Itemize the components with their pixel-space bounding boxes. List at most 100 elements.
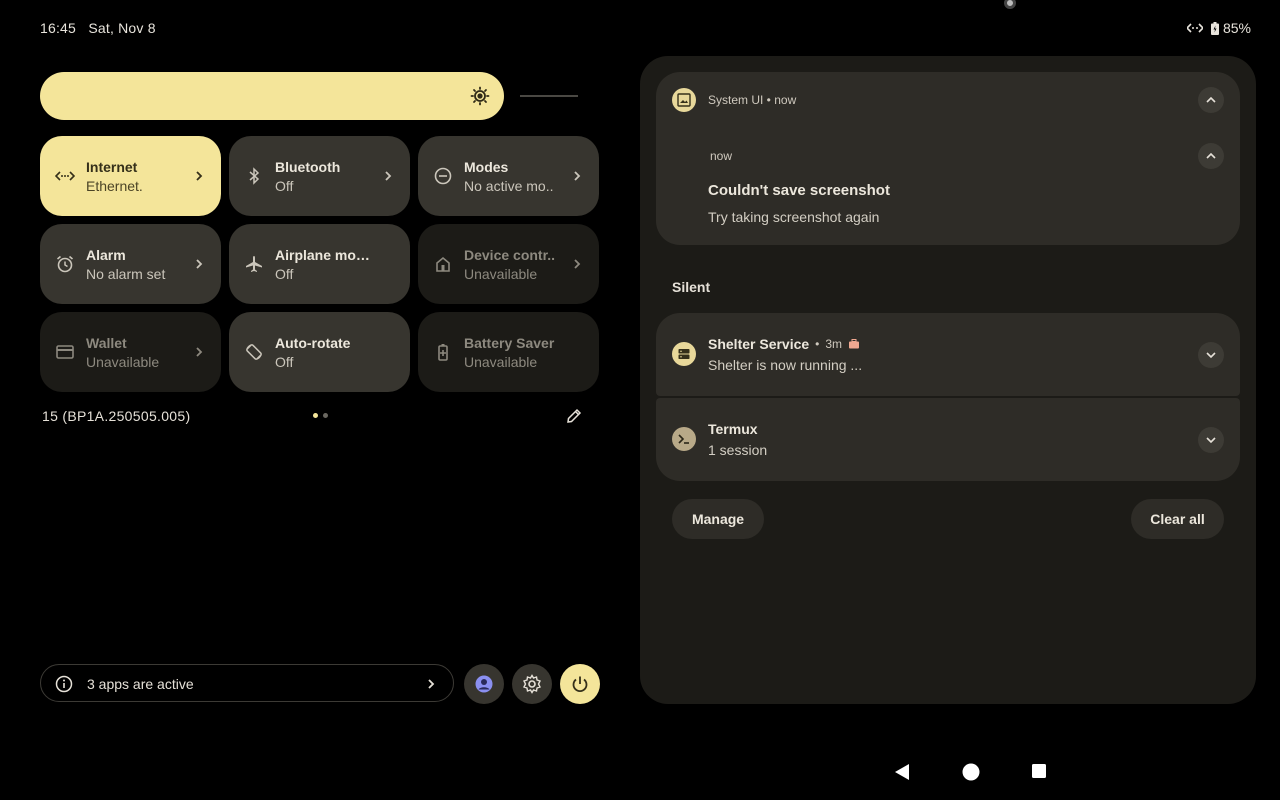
status-date: Sat, Nov 8 [88,20,156,36]
tile-subtitle: Unavailable [464,266,538,282]
battery-icon [1210,21,1219,35]
tile-title: Battery Saver [464,335,555,351]
page-indicator [313,413,328,418]
active-apps-button[interactable]: 3 apps are active [40,664,454,702]
brightness-track [520,95,578,97]
tile-title: Bluetooth [275,159,341,175]
battery-percent: 85% [1222,20,1251,36]
system-ui-app-icon [672,88,696,112]
chevron-right-icon [196,347,203,357]
brightness-slider[interactable] [40,72,580,120]
rotate-icon [246,344,262,360]
tile-wallet[interactable]: Wallet Unavailable [40,312,221,392]
gear-icon [523,674,541,694]
ethernet-status-icon [1186,23,1203,33]
image-icon [677,93,691,107]
chevron-right-icon [574,259,581,269]
brightness-fill [40,72,504,120]
chevron-right-icon [428,679,435,689]
tile-subtitle: Off [275,354,294,370]
tile-airplane-mode[interactable]: Airplane mode Off [229,224,410,304]
notification-termux[interactable]: Termux 1 session [656,398,1240,481]
notification-app-name: Termux [708,421,758,437]
edit-pencil-icon[interactable] [565,407,583,425]
notification-text: 1 session [708,442,768,458]
chevron-down-icon [1206,352,1216,359]
notification-system-ui[interactable]: System UI • now now Couldn't save screen… [656,72,1240,245]
tile-device-controls[interactable]: Device contr.. Unavailable [418,224,599,304]
clear-all-button[interactable]: Clear all [1131,499,1224,539]
chevron-down-icon [1206,437,1216,444]
bluetooth-icon [249,167,260,185]
tile-modes[interactable]: Modes No active mo.. [418,136,599,216]
user-switch-button[interactable] [464,664,504,704]
chevron-right-icon [196,259,203,269]
modes-icon [434,167,452,185]
notification-shelter[interactable]: Shelter Service • 3m Shelter is now runn… [656,313,1240,396]
tile-title: Device contr.. [464,247,556,263]
brightness-icon [470,86,490,106]
wallet-icon [56,345,74,359]
terminal-icon [678,434,689,444]
status-clock: 16:45 Sat, Nov 8 [40,20,156,36]
status-time: 16:45 [40,20,77,36]
notification-text: Shelter is now running ... [708,357,863,373]
tile-subtitle: Off [275,178,294,194]
status-icons: 85% [1186,20,1251,36]
tile-bluetooth[interactable]: Bluetooth Off [229,136,410,216]
settings-button[interactable] [512,664,552,704]
notification-title: Couldn't save screenshot [708,182,890,199]
tile-title: Auto-rotate [275,335,351,351]
collapse-button[interactable] [1198,87,1224,113]
chevron-right-icon [574,171,581,181]
tile-title: Airplane mode [275,247,371,263]
recents-icon[interactable] [1031,763,1047,779]
power-button[interactable] [560,664,600,704]
notification-inner-time: now [710,149,733,163]
ethernet-icon [55,171,75,181]
server-icon [678,349,690,359]
active-apps-label: 3 apps are active [87,676,194,692]
chevron-up-icon [1206,152,1216,159]
build-number[interactable]: 15 (BP1A.250505.005) [42,408,190,424]
tile-battery-saver[interactable]: Battery Saver Unavailable [418,312,599,392]
notification-text: Try taking screenshot again [708,209,880,225]
notification-panel: System UI • now now Couldn't save screen… [640,56,1256,704]
termux-app-icon [672,427,696,451]
alarm-icon [56,255,74,273]
tile-subtitle: No alarm set [86,266,166,282]
power-icon [572,676,588,693]
tile-title: Wallet [86,335,127,351]
tile-title: Internet [86,159,138,175]
tile-title: Modes [464,159,509,175]
tile-subtitle: Ethernet. [86,178,143,194]
notification-app-name: System UI [708,93,764,107]
tile-auto-rotate[interactable]: Auto-rotate Off [229,312,410,392]
tile-subtitle: Unavailable [464,354,538,370]
tile-alarm[interactable]: Alarm No alarm set [40,224,221,304]
page-dot-active [313,413,318,418]
collapse-inner-button[interactable] [1198,143,1224,169]
battery-saver-icon [438,344,448,361]
work-profile-badge-icon [849,339,860,349]
back-icon[interactable] [893,763,911,781]
chevron-up-icon [1206,96,1216,103]
chevron-right-icon [196,171,203,181]
user-avatar-icon [475,675,493,693]
home-nav-icon[interactable] [962,763,980,781]
tile-subtitle: Unavailable [86,354,160,370]
tile-subtitle: No active mo.. [464,178,554,194]
expand-button[interactable] [1198,427,1224,453]
notification-app-name: Shelter Service [708,336,810,352]
notification-header: Shelter Service • 3m [708,336,860,352]
notification-time: 3m [825,337,843,351]
tile-internet[interactable]: Internet Ethernet. [40,136,221,216]
airplane-icon [246,256,262,272]
info-icon [55,675,73,693]
manage-button[interactable]: Manage [672,499,764,539]
camera-cutout [1004,0,1016,9]
tile-title: Alarm [86,247,126,263]
shelter-app-icon [672,342,696,366]
notification-time: now [774,93,797,107]
expand-button[interactable] [1198,342,1224,368]
